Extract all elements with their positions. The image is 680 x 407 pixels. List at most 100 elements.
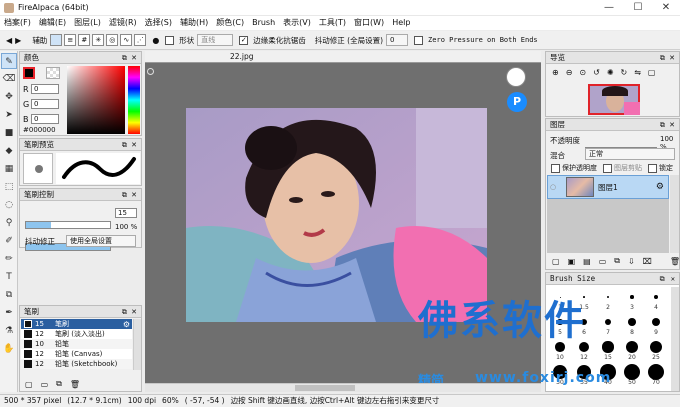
hand-tool-icon[interactable]: ✋ bbox=[1, 341, 17, 357]
brush-size-cell[interactable]: 50 bbox=[620, 362, 644, 387]
panel-buttons-icon[interactable]: ⧉ ✕ bbox=[122, 139, 138, 151]
color-hue-slider[interactable] bbox=[128, 66, 140, 134]
alpaca-icon[interactable] bbox=[506, 67, 526, 87]
snap-off-icon[interactable] bbox=[50, 34, 63, 46]
fill-tool-icon[interactable]: ■ bbox=[1, 125, 17, 141]
menu-window[interactable]: 窗口(W) bbox=[350, 16, 388, 30]
snap-curve-icon[interactable]: ∿ bbox=[120, 34, 133, 46]
menu-file[interactable]: 档案(F) bbox=[0, 16, 35, 30]
panel-buttons-icon[interactable]: ⧉ ✕ bbox=[660, 273, 676, 285]
select-pen-icon[interactable]: ✐ bbox=[1, 233, 17, 249]
eyedropper-tool-icon[interactable]: ⚗ bbox=[1, 323, 17, 339]
bucket-tool-icon[interactable]: ◆ bbox=[1, 143, 17, 159]
navigator-thumbnail[interactable] bbox=[588, 84, 640, 115]
dot-icon[interactable]: ● bbox=[152, 36, 159, 45]
snap-perspective-icon[interactable]: ⋰ bbox=[134, 34, 147, 46]
zoom-out-icon[interactable]: ⊖ bbox=[566, 68, 573, 77]
lock-checkbox[interactable] bbox=[648, 163, 657, 173]
menu-brush[interactable]: Brush bbox=[248, 16, 279, 30]
brush-size-slider[interactable] bbox=[25, 221, 111, 229]
new-8bit-layer-icon[interactable]: ▣ bbox=[568, 257, 576, 266]
folder-icon[interactable]: ▭ bbox=[41, 380, 49, 389]
menu-filter[interactable]: 滤镜(R) bbox=[105, 16, 141, 30]
color-sv-picker[interactable] bbox=[67, 66, 125, 134]
text-tool-icon[interactable]: T bbox=[1, 269, 17, 285]
rotate-left-icon[interactable]: ↺ bbox=[593, 68, 600, 77]
pen-pressure-icon[interactable]: P bbox=[507, 92, 527, 112]
brush-size-scrollbar[interactable] bbox=[671, 287, 679, 391]
brush-size-cell[interactable]: 9 bbox=[644, 312, 668, 337]
layer-scrollbar[interactable] bbox=[670, 175, 679, 253]
magic-wand-icon[interactable]: ⚲ bbox=[1, 215, 17, 231]
pen-tool-icon[interactable]: ✎ bbox=[1, 53, 17, 69]
menu-view[interactable]: 表示(V) bbox=[279, 16, 315, 30]
zoom-reset-icon[interactable]: ⊙ bbox=[579, 68, 586, 77]
blur-tool-icon[interactable]: ✒ bbox=[1, 305, 17, 321]
document-tab[interactable]: 22.jpg bbox=[230, 52, 254, 61]
rect-select-icon[interactable]: ⬚ bbox=[1, 179, 17, 195]
move-tool-icon[interactable]: ✥ bbox=[1, 89, 17, 105]
antialias-checkbox[interactable]: ✓ bbox=[239, 35, 249, 45]
duplicate-icon[interactable]: ⧉ bbox=[56, 379, 62, 389]
clipping-checkbox[interactable] bbox=[603, 163, 612, 173]
list-item[interactable]: 12 铅笔 (Sketchbook) bbox=[21, 359, 132, 369]
list-item[interactable]: 12 铅笔 (Canvas) bbox=[21, 349, 132, 359]
trash-icon[interactable]: 🗑 bbox=[670, 257, 680, 266]
panel-buttons-icon[interactable]: ⧉ ✕ bbox=[660, 119, 676, 131]
layer-row[interactable]: ○ 图层1 ⚙ bbox=[547, 175, 669, 199]
stabilizer-select[interactable]: 0 bbox=[386, 34, 409, 46]
snap-radial-icon[interactable]: ✳ bbox=[92, 34, 105, 46]
brush-size-cell[interactable]: 15 bbox=[596, 337, 620, 362]
menu-color[interactable]: 颜色(C) bbox=[212, 16, 248, 30]
list-item[interactable]: 12 笔刷 (淡入淡出) bbox=[21, 329, 132, 339]
menu-snap[interactable]: 辅助(H) bbox=[176, 16, 212, 30]
flip-icon[interactable]: ⇋ bbox=[634, 68, 641, 77]
lasso-tool-icon[interactable]: ◌ bbox=[1, 197, 17, 213]
brush-size-cell[interactable]: 7 bbox=[596, 312, 620, 337]
panel-buttons-icon[interactable]: ⧉ ✕ bbox=[660, 52, 676, 64]
menu-layer[interactable]: 图层(L) bbox=[70, 16, 105, 30]
brush-size-cell[interactable]: 20 bbox=[620, 337, 644, 362]
new-folder-icon[interactable]: ▭ bbox=[599, 257, 607, 266]
protect-alpha-checkbox[interactable] bbox=[551, 163, 560, 173]
rotate-right-icon[interactable]: ↻ bbox=[621, 68, 628, 77]
color-hex-value[interactable]: #000000 bbox=[23, 126, 56, 134]
add-brush-icon[interactable]: ▢ bbox=[25, 380, 33, 389]
list-item[interactable]: 10 铅笔 bbox=[21, 339, 132, 349]
primary-color-swatch[interactable] bbox=[23, 67, 35, 79]
new-layer-icon[interactable]: ▢ bbox=[552, 257, 560, 266]
snap-parallel-icon[interactable]: ≡ bbox=[64, 34, 77, 46]
arrow-right-icon[interactable]: ▶ bbox=[15, 36, 21, 45]
brush-size-cell[interactable]: 4 bbox=[644, 287, 668, 312]
duplicate-layer-icon[interactable]: ⧉ bbox=[614, 256, 620, 266]
blend-mode-select[interactable]: 正常 bbox=[585, 148, 675, 160]
menu-edit[interactable]: 编辑(E) bbox=[35, 16, 70, 30]
menu-help[interactable]: Help bbox=[388, 16, 414, 30]
brush-size-cell[interactable]: 2 bbox=[596, 287, 620, 312]
transparent-swatch[interactable] bbox=[46, 67, 60, 79]
snap-circle-icon[interactable]: ◎ bbox=[106, 34, 119, 46]
shape-checkbox[interactable] bbox=[165, 35, 175, 45]
brush-size-cell[interactable]: 25 bbox=[644, 337, 668, 362]
shape-select[interactable]: 直线 bbox=[197, 34, 234, 46]
select-arrow-icon[interactable]: ➤ bbox=[1, 107, 17, 123]
arrow-left-icon[interactable]: ◀ bbox=[6, 36, 12, 45]
color-b-input[interactable]: 0 bbox=[31, 114, 59, 124]
maximize-button[interactable]: ☐ bbox=[624, 0, 652, 16]
minimize-button[interactable]: — bbox=[595, 0, 623, 16]
select-eraser-icon[interactable]: ✏ bbox=[1, 251, 17, 267]
clear-layer-icon[interactable]: ⌧ bbox=[643, 257, 652, 266]
divide-tool-icon[interactable]: ⧉ bbox=[1, 287, 17, 303]
gradient-tool-icon[interactable]: ▦ bbox=[1, 161, 17, 177]
color-r-input[interactable]: 0 bbox=[31, 84, 59, 94]
color-g-input[interactable]: 0 bbox=[31, 99, 59, 109]
menu-tools[interactable]: 工具(T) bbox=[315, 16, 350, 30]
eye-icon[interactable]: ○ bbox=[548, 183, 558, 191]
merge-layer-icon[interactable]: ⇩ bbox=[628, 257, 635, 266]
panel-buttons-icon[interactable]: ⧉ ✕ bbox=[122, 52, 138, 64]
brush-size-cell[interactable]: 3 bbox=[620, 287, 644, 312]
brush-stabilizer-select[interactable]: 使用全局设置 bbox=[66, 235, 136, 247]
brush-size-cell[interactable]: 8 bbox=[620, 312, 644, 337]
panel-buttons-icon[interactable]: ⧉ ✕ bbox=[122, 306, 138, 318]
canvas-horizontal-scrollbar[interactable] bbox=[145, 383, 541, 392]
